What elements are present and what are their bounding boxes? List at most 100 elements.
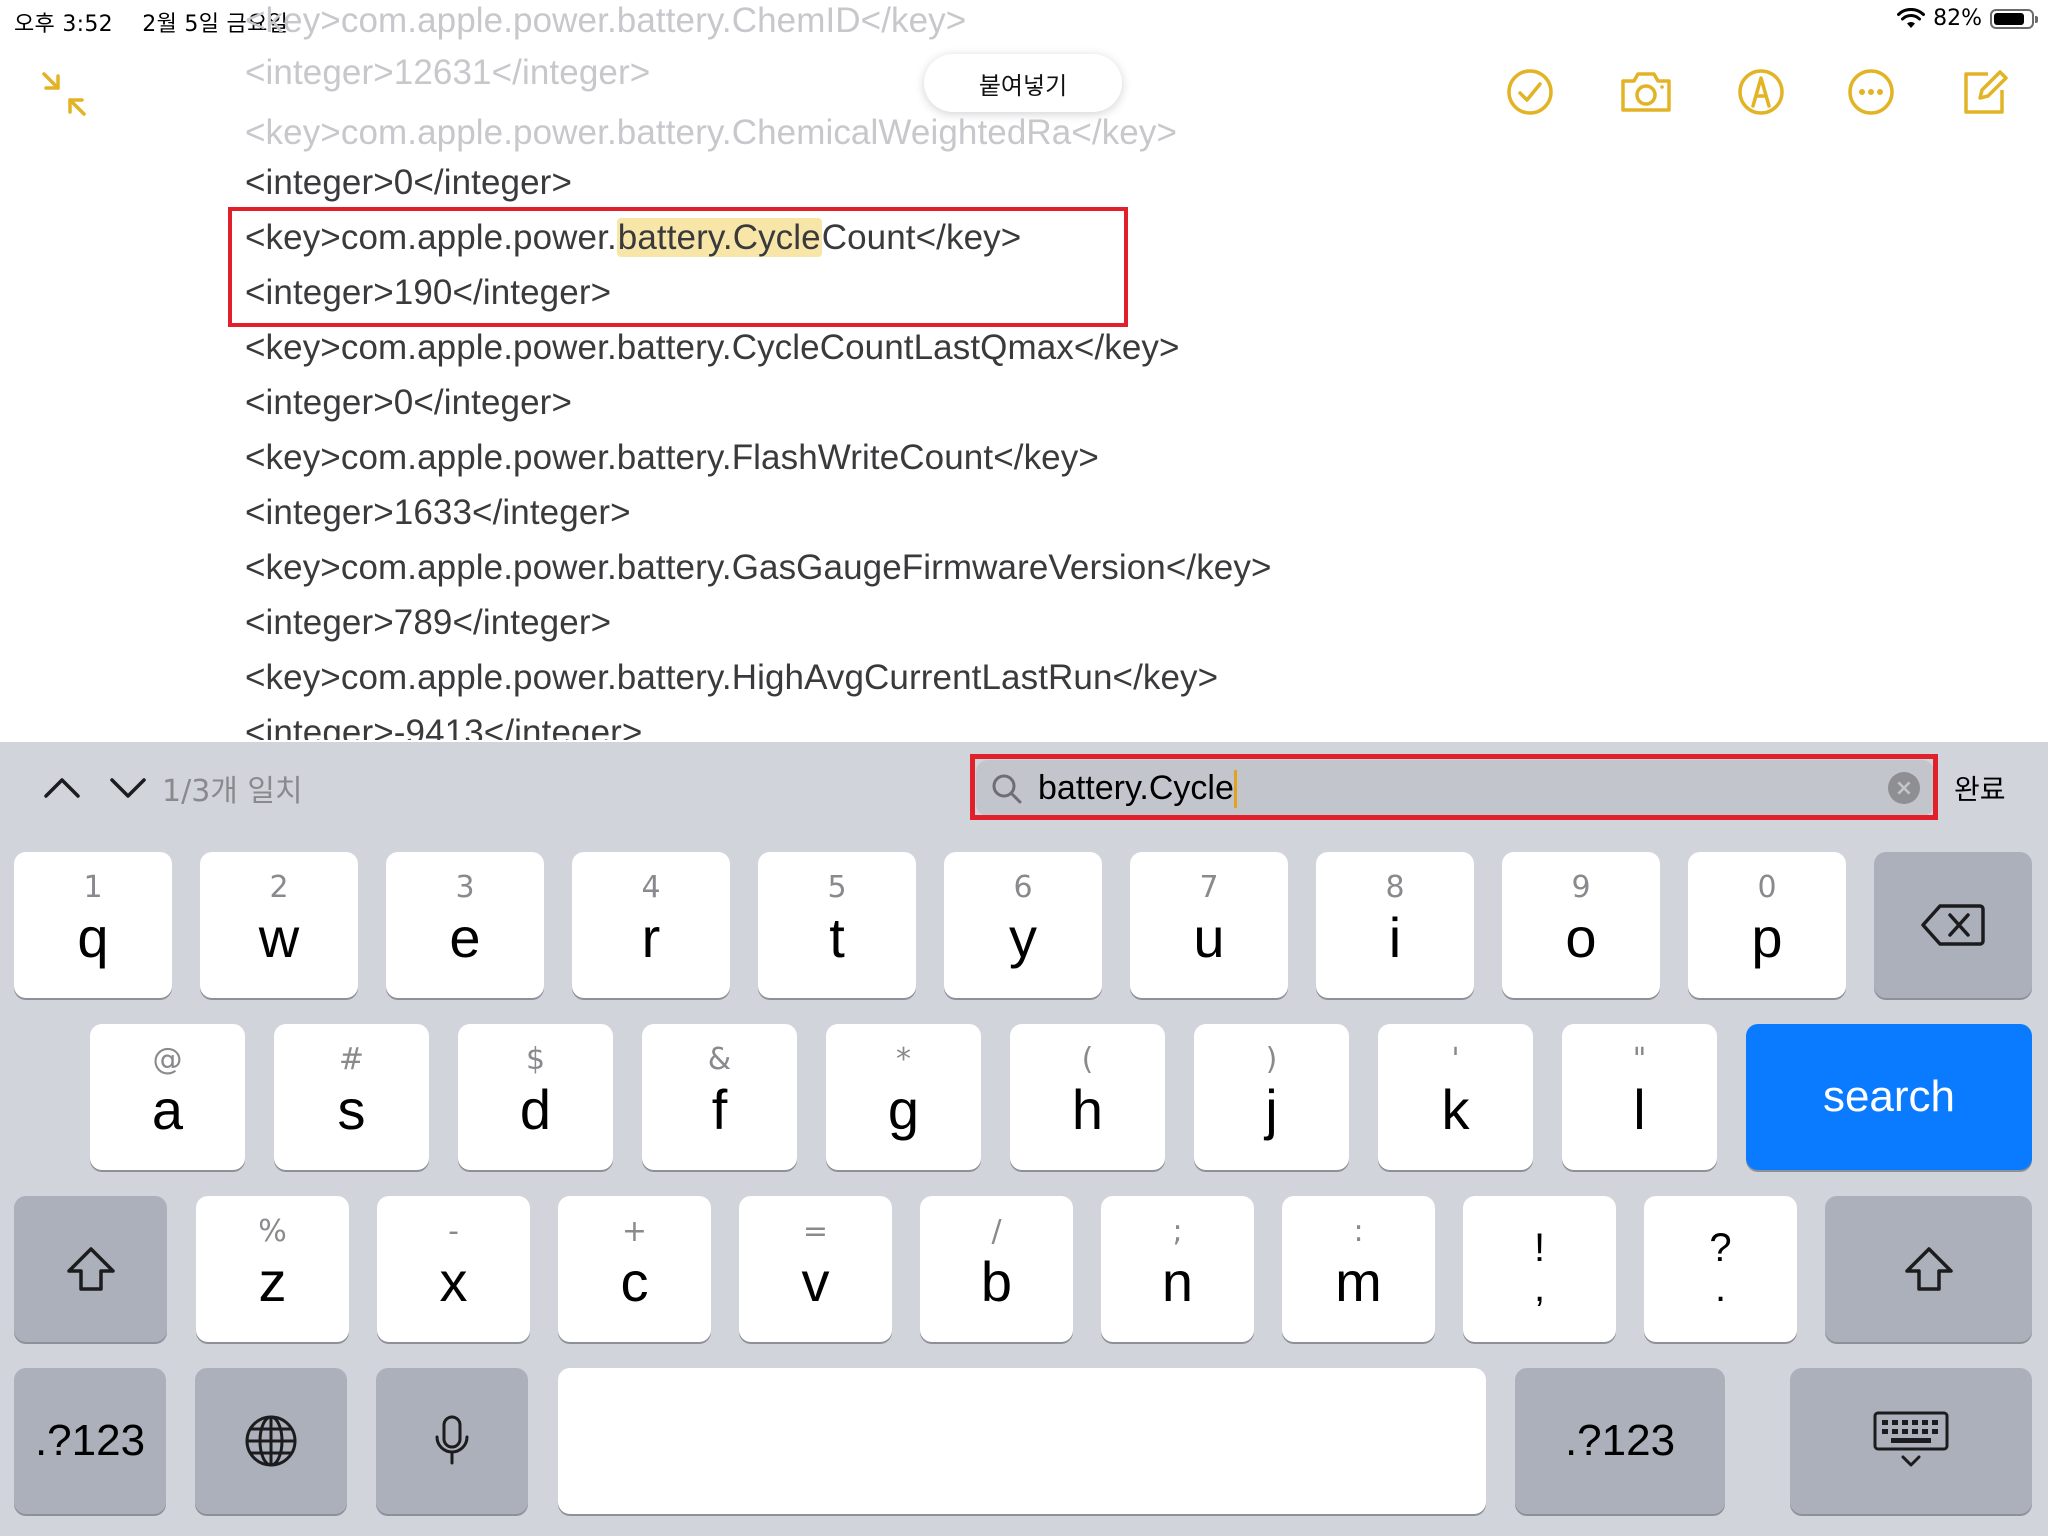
annotation-box xyxy=(228,207,1128,327)
globe-icon xyxy=(245,1415,297,1467)
numbers-key-label: .?123 xyxy=(1564,1416,1676,1465)
key-e[interactable]: 3e xyxy=(386,852,544,998)
key-label: !, xyxy=(1463,1228,1616,1308)
previous-match-button[interactable] xyxy=(40,766,84,810)
key-alt: 7 xyxy=(1199,870,1219,905)
key-label: p xyxy=(1751,906,1783,969)
keyboard: 1q 2w 3e 4r 5t 6y 7u 8i 9o 0p @ a # s $ d &… xyxy=(0,830,2048,1536)
key-z[interactable]: % z xyxy=(196,1196,349,1342)
key-label: o xyxy=(1565,906,1597,969)
numbers-key-right[interactable]: .?123 xyxy=(1515,1368,1725,1514)
note-line: <key>com.apple.power.battery.HighAvgCurr… xyxy=(245,658,1219,697)
key-l[interactable]: " l xyxy=(1562,1024,1717,1170)
key-alt: " xyxy=(1632,1042,1647,1077)
key-alt: ( xyxy=(1081,1042,1094,1077)
key-alt: ; xyxy=(1172,1214,1183,1249)
key-k[interactable]: ' k xyxy=(1378,1024,1533,1170)
key-v[interactable]: = v xyxy=(739,1196,892,1342)
key-label: f xyxy=(711,1078,728,1141)
find-bar: 1/3개 일치 × 완료 xyxy=(0,742,2048,830)
key-o[interactable]: 9o xyxy=(1502,852,1660,998)
key-exclamation-comma[interactable]: !, xyxy=(1463,1196,1616,1342)
key-m[interactable]: :m xyxy=(1282,1196,1435,1342)
done-button[interactable]: 완료 xyxy=(1954,768,2006,808)
key-label: s xyxy=(337,1078,366,1141)
key-alt: 8 xyxy=(1385,870,1405,905)
key-alt: / xyxy=(991,1214,1002,1249)
note-line: <integer>1633</integer> xyxy=(245,493,631,532)
key-i[interactable]: 8i xyxy=(1316,852,1474,998)
key-u[interactable]: 7u xyxy=(1130,852,1288,998)
key-g[interactable]: * g xyxy=(826,1024,981,1170)
note-body[interactable]: <key>com.apple.power.battery.ChemID</key… xyxy=(245,0,1945,740)
key-t[interactable]: 5t xyxy=(758,852,916,998)
search-key-label: search xyxy=(1822,1072,1956,1121)
key-label: k xyxy=(1441,1078,1470,1141)
key-label: v xyxy=(801,1250,830,1313)
key-alt: ) xyxy=(1265,1042,1278,1077)
key-w[interactable]: 2w xyxy=(200,852,358,998)
key-d[interactable]: $ d xyxy=(458,1024,613,1170)
space-key[interactable] xyxy=(558,1368,1486,1514)
key-alt: 4 xyxy=(641,870,661,905)
compose-icon xyxy=(1964,70,2008,114)
note-line: <integer>789</integer> xyxy=(245,603,612,642)
key-a[interactable]: @ a xyxy=(90,1024,245,1170)
key-h[interactable]: (h xyxy=(1010,1024,1165,1170)
numbers-key-left[interactable]: .?123 xyxy=(14,1368,166,1514)
globe-key[interactable] xyxy=(195,1368,347,1514)
key-s[interactable]: # s xyxy=(274,1024,429,1170)
key-alt: $ xyxy=(525,1042,546,1077)
note-line: <key>com.apple.power.battery.FlashWriteC… xyxy=(245,438,1099,477)
key-x[interactable]: -x xyxy=(377,1196,530,1342)
key-alt: 3 xyxy=(455,870,475,905)
delete-key[interactable] xyxy=(1874,852,2032,998)
key-label: q xyxy=(77,906,109,969)
annotation-box xyxy=(970,754,1938,820)
shift-key-left[interactable] xyxy=(14,1196,167,1342)
keyboard-dismiss-icon xyxy=(1873,1411,1949,1467)
key-q[interactable]: 1q xyxy=(14,852,172,998)
shift-key-right[interactable] xyxy=(1825,1196,2032,1342)
note-line: <integer>12631</integer> xyxy=(245,53,651,92)
key-bottom: , xyxy=(1533,1266,1546,1310)
match-count: 1/3개 일치 xyxy=(162,774,303,809)
key-label: d xyxy=(519,1078,552,1141)
key-n[interactable]: ; n xyxy=(1101,1196,1254,1342)
key-c[interactable]: + c xyxy=(558,1196,711,1342)
dictation-key[interactable] xyxy=(376,1368,528,1514)
key-label: a xyxy=(151,1078,184,1141)
chevron-down-icon xyxy=(110,778,146,798)
key-alt: = xyxy=(802,1214,829,1249)
key-alt: % xyxy=(258,1214,287,1249)
key-r[interactable]: 4r xyxy=(572,852,730,998)
key-b[interactable]: / b xyxy=(920,1196,1073,1342)
key-alt: 6 xyxy=(1013,870,1033,905)
collapse-button[interactable] xyxy=(36,66,92,122)
compose-button[interactable] xyxy=(1958,66,2010,118)
shift-icon xyxy=(1904,1247,1953,1291)
key-bottom: . xyxy=(1714,1266,1727,1310)
key-p[interactable]: 0p xyxy=(1688,852,1846,998)
note-line: <key>com.apple.power.battery.ChemicalWei… xyxy=(245,113,1178,152)
key-label: y xyxy=(1009,906,1037,969)
key-label: j xyxy=(1265,1078,1278,1141)
note-line: <key>com.apple.power.battery.GasGaugeFir… xyxy=(245,548,1272,587)
key-alt: 5 xyxy=(827,870,847,905)
key-label: u xyxy=(1193,906,1225,969)
next-match-button[interactable] xyxy=(106,766,150,810)
key-j[interactable]: ) j xyxy=(1194,1024,1349,1170)
collapse-icon xyxy=(42,72,86,116)
key-label: r xyxy=(641,906,661,969)
key-alt: 9 xyxy=(1571,870,1591,905)
key-y[interactable]: 6y xyxy=(944,852,1102,998)
dismiss-keyboard-key[interactable] xyxy=(1790,1368,2032,1514)
note-line: <integer>-9413</integer> xyxy=(245,713,643,740)
key-question-period[interactable]: ?. xyxy=(1644,1196,1797,1342)
chevron-up-icon xyxy=(44,778,80,798)
key-f[interactable]: & f xyxy=(642,1024,797,1170)
key-alt: # xyxy=(338,1042,365,1077)
key-top: ? xyxy=(1709,1226,1732,1270)
key-alt: + xyxy=(621,1214,648,1249)
search-key[interactable]: search xyxy=(1746,1024,2032,1170)
